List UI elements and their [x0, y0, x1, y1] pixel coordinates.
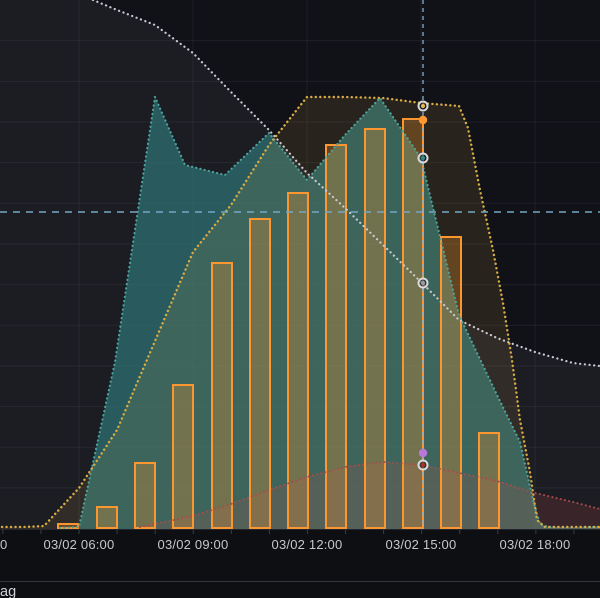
hover-marker-dot: [421, 104, 425, 108]
hover-marker-dot: [421, 463, 425, 467]
x-axis-label: 03/02 06:00: [22, 537, 136, 552]
hover-marker-dot: [421, 281, 425, 285]
bar: [250, 219, 270, 528]
hover-marker-dot: [419, 449, 427, 457]
bar: [365, 129, 385, 528]
x-axis-label: 03/02 12:00: [250, 537, 364, 552]
x-axis-label: 03/02 09:00: [136, 537, 250, 552]
x-axis-label-partial: 0: [0, 537, 7, 552]
bar: [479, 433, 499, 528]
hover-marker-dot: [421, 156, 425, 160]
grafana-timeseries-panel: 03/02 06:0003/02 09:0003/02 12:0003/02 1…: [0, 0, 600, 598]
chart-plot[interactable]: [0, 0, 600, 598]
bar: [173, 385, 193, 528]
bar: [135, 463, 155, 528]
x-axis-label: 03/02 18:00: [478, 537, 592, 552]
partial-text-bottom-left: ag: [0, 584, 16, 598]
hover-marker-dot: [419, 116, 427, 124]
bar: [212, 263, 232, 528]
bar: [97, 507, 117, 528]
x-axis-label: 03/02 15:00: [364, 537, 478, 552]
panel-divider: [0, 581, 600, 582]
